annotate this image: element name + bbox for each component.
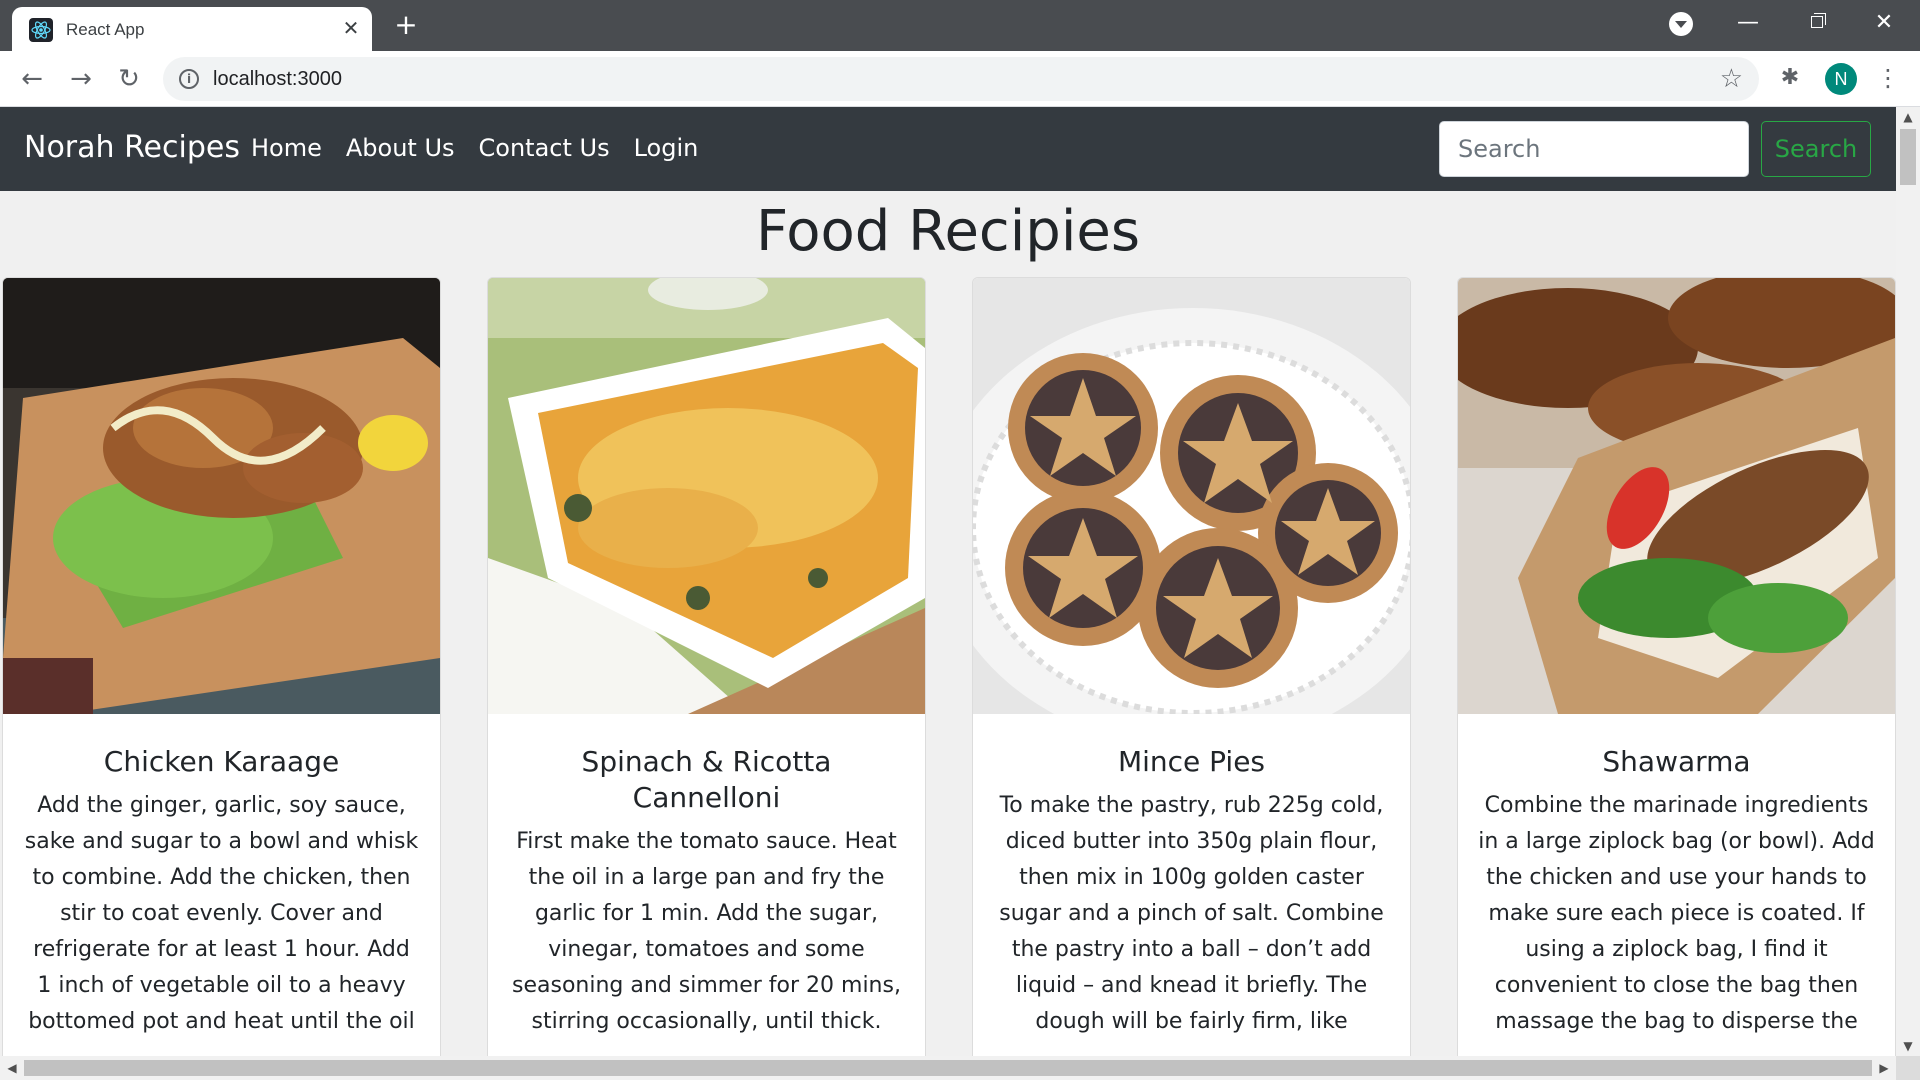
recipe-description: First make the tomato sauce. Heat the oi…	[512, 829, 901, 1034]
reload-icon[interactable]: ↻	[114, 64, 144, 94]
scroll-right-icon[interactable]: ▶	[1874, 1056, 1894, 1080]
vertical-scroll-thumb[interactable]	[1900, 129, 1916, 185]
profile-avatar[interactable]: N	[1825, 63, 1857, 95]
recipe-card: Shawarma Combine the marinade ingredient…	[1457, 277, 1896, 1056]
react-favicon-icon	[29, 18, 53, 42]
site-navbar: Norah Recipes Home About Us Contact Us L…	[0, 107, 1896, 191]
browser-menu-icon[interactable]: ⋮	[1876, 63, 1900, 93]
new-tab-button[interactable]: +	[392, 11, 420, 40]
shawarma-image	[1458, 278, 1895, 714]
nav-link-home[interactable]: Home	[251, 134, 322, 162]
recipe-card: Chicken Karaage Add the ginger, garlic, …	[2, 277, 441, 1056]
nav-link-login[interactable]: Login	[634, 134, 699, 162]
scroll-left-icon[interactable]: ◀	[2, 1056, 22, 1080]
recipe-description: Add the ginger, garlic, soy sauce, sake …	[24, 793, 419, 1034]
recipe-description: Combine the marinade ingredients in a la…	[1478, 793, 1875, 1034]
chicken-karaage-image	[3, 278, 440, 714]
scroll-up-icon[interactable]: ▲	[1896, 107, 1920, 127]
recipe-card: Spinach & Ricotta Cannelloni First make …	[487, 277, 926, 1056]
navbar-brand[interactable]: Norah Recipes	[24, 130, 240, 165]
restore-button[interactable]	[1793, 8, 1841, 38]
nav-link-contact-us[interactable]: Contact Us	[479, 134, 610, 162]
recipe-title: Spinach & Ricotta Cannelloni	[581, 745, 832, 814]
window-close-button[interactable]: ✕	[1860, 8, 1908, 38]
recipe-title: Shawarma	[1602, 745, 1751, 778]
page-viewport: Norah Recipes Home About Us Contact Us L…	[0, 107, 1896, 1056]
forward-arrow-icon[interactable]: →	[66, 64, 96, 94]
browser-tab-strip: React App ✕ + — ✕	[0, 0, 1920, 51]
browser-toolbar: ← → ↻ i localhost:3000 ☆ ✱ N ⋮	[0, 51, 1920, 107]
minimize-button[interactable]: —	[1724, 8, 1772, 38]
recipe-title: Mince Pies	[1117, 745, 1266, 778]
back-arrow-icon[interactable]: ←	[17, 64, 47, 94]
cannelloni-image	[488, 278, 925, 714]
nav-link-about-us[interactable]: About Us	[346, 134, 455, 162]
tab-close-icon[interactable]: ✕	[338, 15, 364, 41]
horizontal-scrollbar[interactable]: ◀ ▶	[0, 1056, 1896, 1080]
vertical-scrollbar[interactable]: ▲ ▼	[1896, 107, 1920, 1056]
tab-title: React App	[66, 20, 145, 39]
recipe-card: Mince Pies To make the pastry, rub 225g …	[972, 277, 1411, 1056]
nav-links: Home About Us Contact Us Login	[251, 134, 698, 162]
search-button[interactable]: Search	[1761, 121, 1871, 177]
mince-pies-image	[973, 278, 1410, 714]
tab-search-icon[interactable]	[1669, 12, 1693, 36]
address-bar[interactable]: i localhost:3000 ☆	[163, 57, 1759, 101]
extensions-puzzle-icon[interactable]: ✱	[1775, 63, 1805, 93]
site-info-icon[interactable]: i	[179, 69, 199, 89]
search-input[interactable]	[1439, 121, 1749, 177]
page-title: Food Recipies	[755, 199, 1140, 264]
recipe-description: To make the pastry, rub 225g cold, diced…	[999, 793, 1384, 1034]
bookmark-star-icon[interactable]: ☆	[1720, 64, 1743, 94]
horizontal-scroll-thumb[interactable]	[24, 1060, 1872, 1076]
browser-tab[interactable]: React App ✕	[12, 7, 372, 51]
url-text[interactable]: localhost:3000	[213, 68, 342, 91]
scrollbar-corner	[1896, 1056, 1920, 1080]
scroll-down-icon[interactable]: ▼	[1896, 1036, 1920, 1056]
recipe-title: Chicken Karaage	[103, 745, 340, 778]
